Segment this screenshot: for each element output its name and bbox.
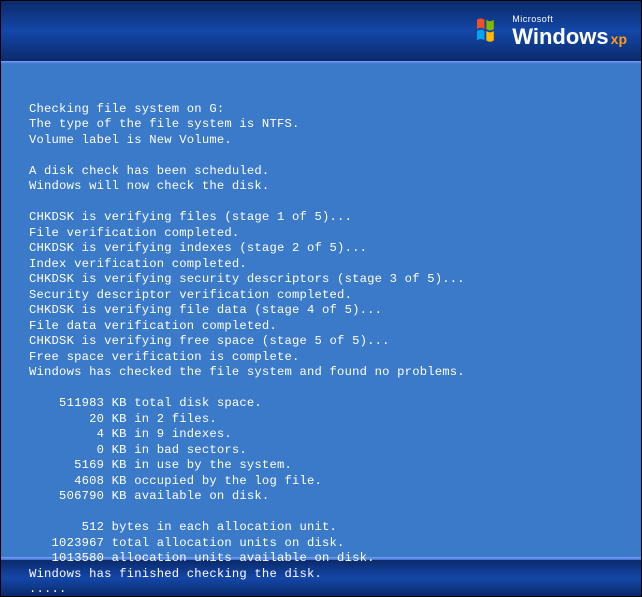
- chkdsk-output-text: Checking file system on G: The type of t…: [29, 102, 465, 597]
- header-bar: Microsoft Windowsxp: [1, 1, 641, 61]
- logo-product-name: Windows: [512, 26, 608, 48]
- logo-text: Microsoft Windowsxp: [512, 15, 627, 48]
- windows-flag-icon: [476, 17, 506, 45]
- chkdsk-console: Checking file system on G: The type of t…: [1, 64, 641, 557]
- windows-logo: Microsoft Windowsxp: [476, 15, 627, 48]
- boot-screen: Microsoft Windowsxp Checking file system…: [0, 0, 642, 597]
- logo-company: Microsoft: [512, 15, 627, 24]
- logo-product: Windowsxp: [512, 26, 627, 48]
- logo-edition: xp: [611, 32, 627, 46]
